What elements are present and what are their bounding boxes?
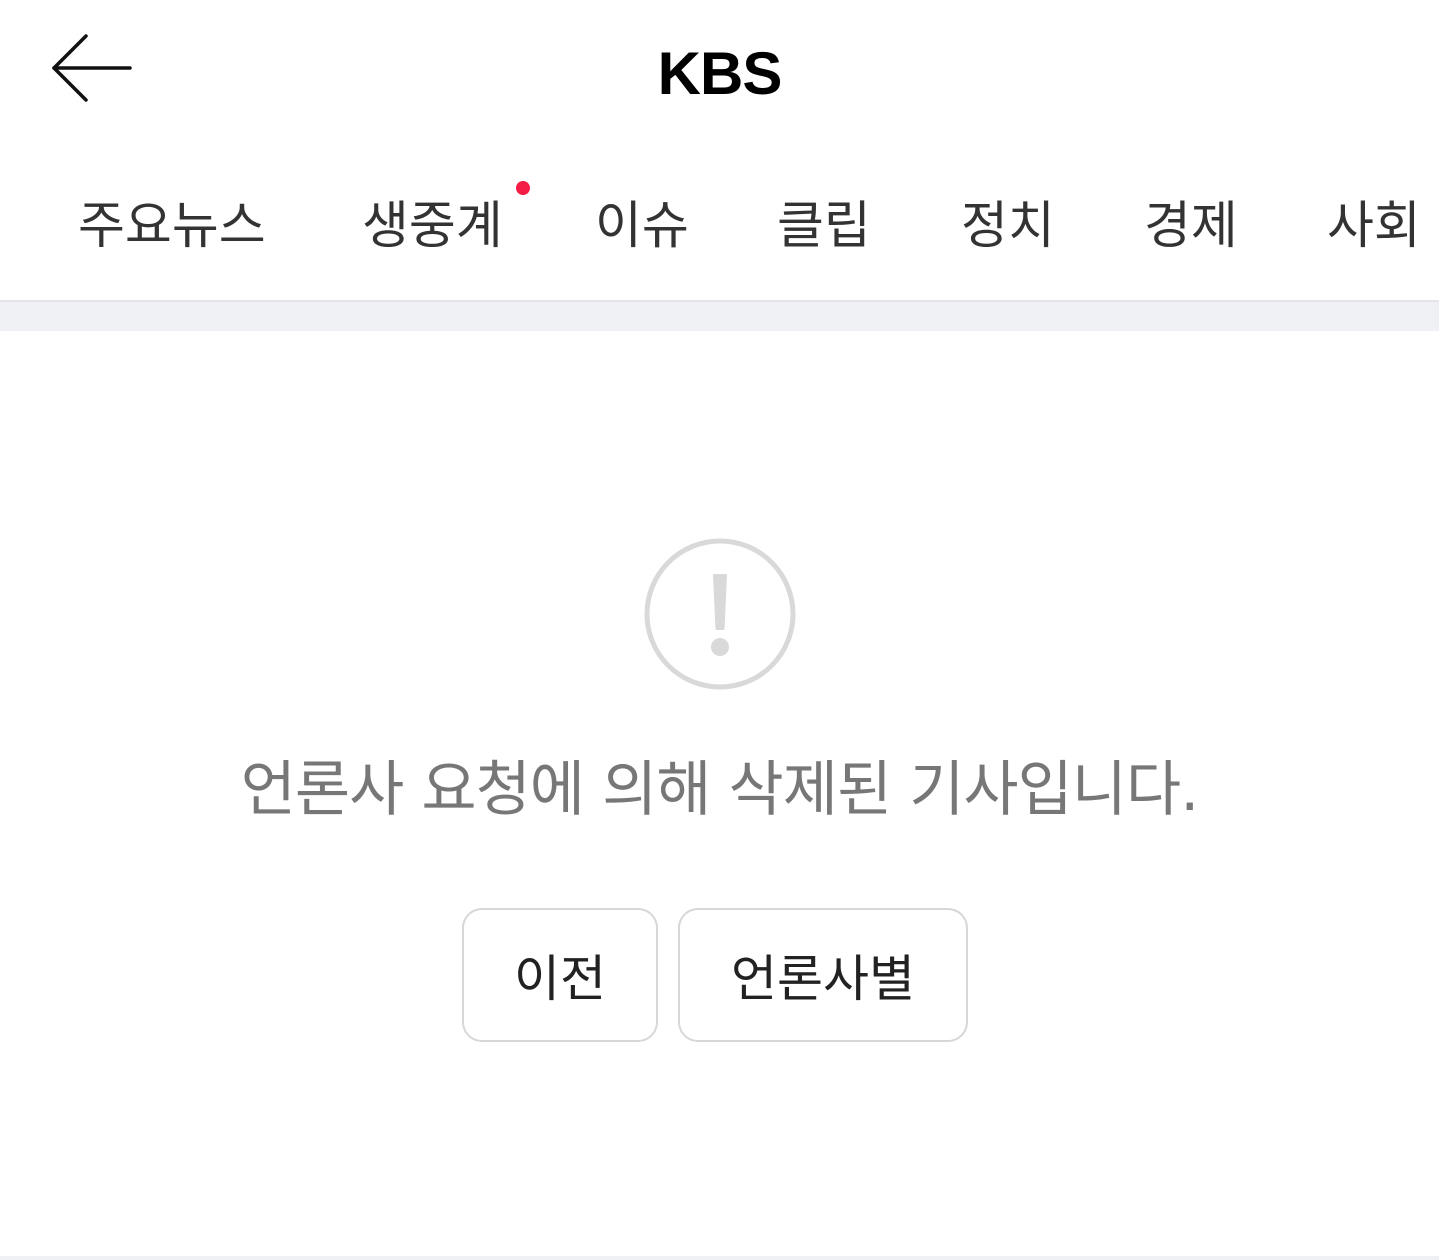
exclamation-circle-icon	[643, 537, 797, 691]
category-tab-bar: 주요뉴스 생중계 이슈 클립 정치 경제 사회	[0, 150, 1439, 302]
tab-politics[interactable]: 정치	[961, 192, 1055, 262]
tab-economy[interactable]: 경제	[1144, 192, 1238, 262]
section-divider	[0, 302, 1439, 331]
tab-issue[interactable]: 이슈	[595, 192, 689, 262]
page-title: KBS	[657, 40, 783, 107]
by-press-button[interactable]: 언론사별	[678, 908, 968, 1042]
tab-main-news[interactable]: 주요뉴스	[78, 192, 266, 262]
deleted-article-message: 언론사 요청에 의해 삭제된 기사입니다.	[240, 755, 1200, 825]
previous-button[interactable]: 이전	[462, 908, 658, 1042]
header-bar: KBS	[0, 0, 1439, 150]
bottom-divider	[0, 1256, 1439, 1260]
tab-clip[interactable]: 클립	[777, 192, 871, 262]
tab-society[interactable]: 사회	[1327, 192, 1421, 262]
tab-live[interactable]: 생중계	[362, 192, 503, 262]
new-indicator-dot	[516, 181, 530, 195]
